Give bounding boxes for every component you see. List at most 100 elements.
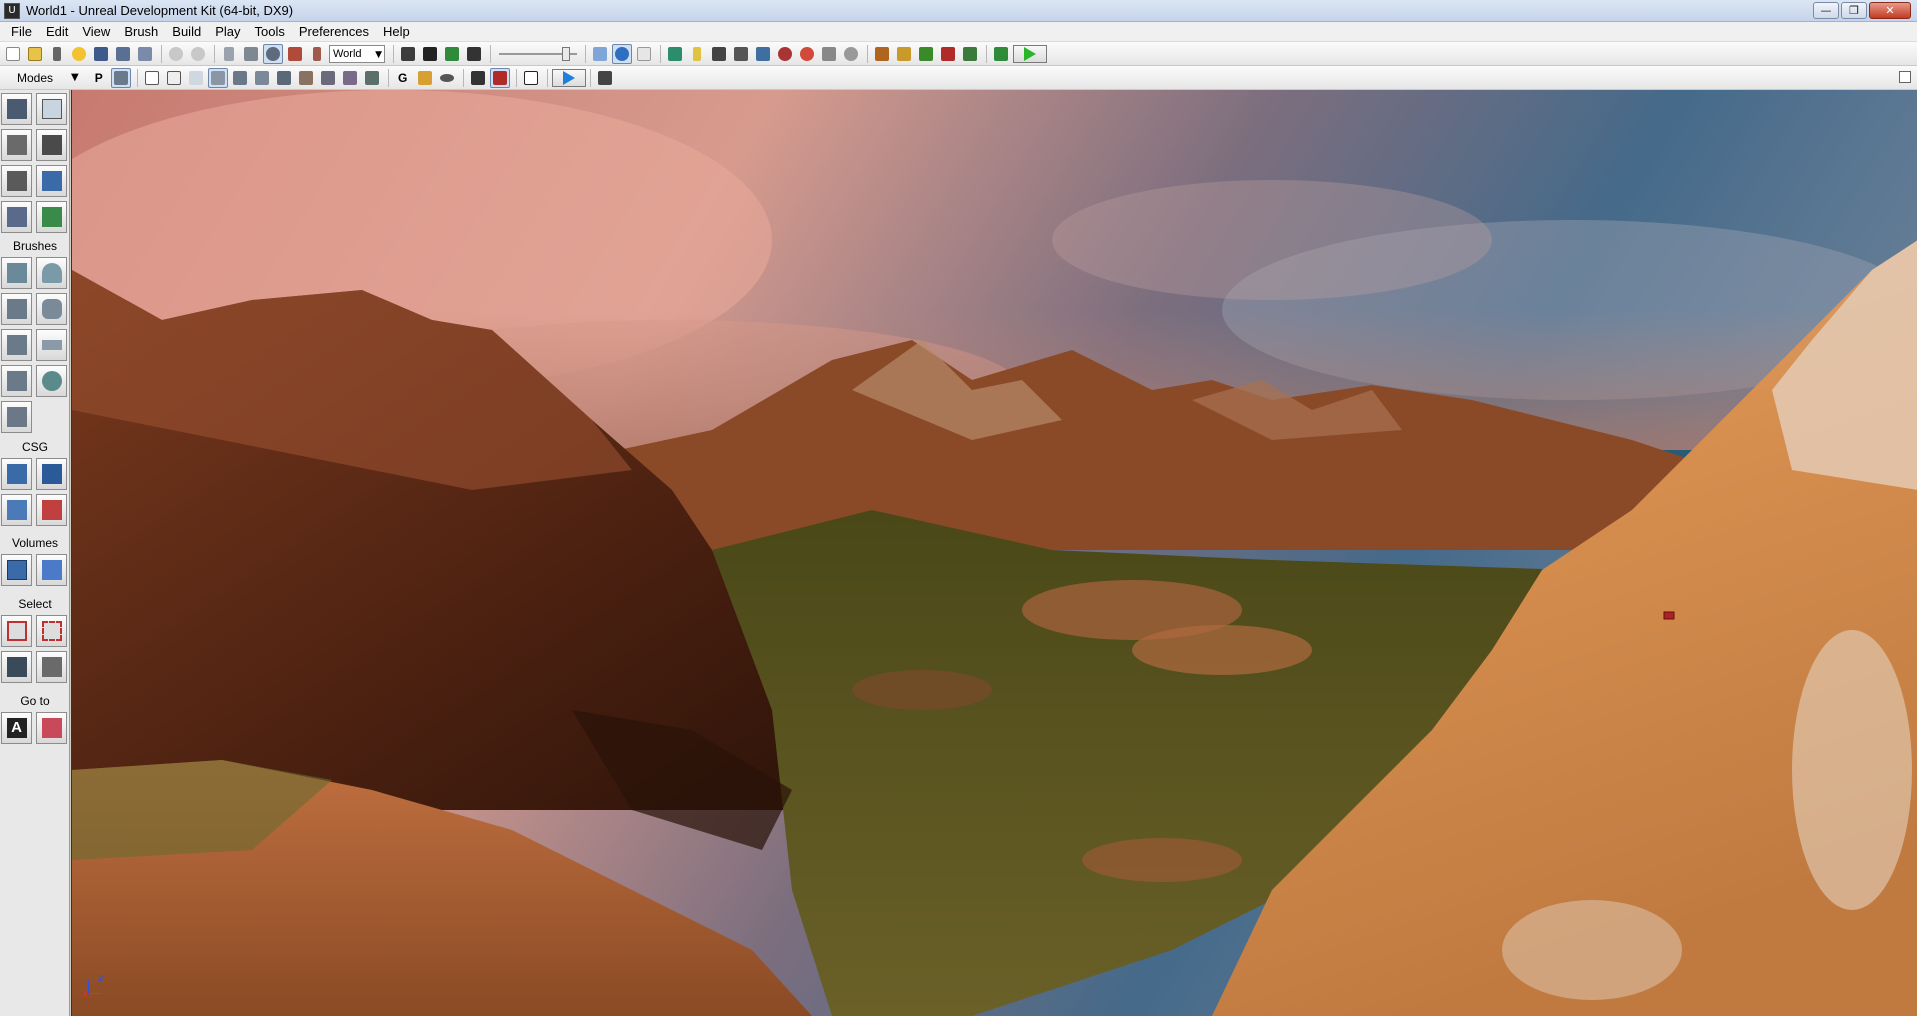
- perspective-viewport[interactable]: x z: [71, 90, 1917, 1016]
- actor-marker-icon[interactable]: [1663, 611, 1675, 620]
- build-paths-button[interactable]: [709, 44, 729, 64]
- select-mode-button[interactable]: [219, 44, 239, 64]
- hide-selected-button[interactable]: [36, 615, 67, 647]
- sheet-brush-button[interactable]: [36, 329, 67, 361]
- build-cover-button[interactable]: [731, 44, 751, 64]
- texture-density-button[interactable]: [296, 68, 316, 88]
- build-all-button[interactable]: [753, 44, 773, 64]
- static-mesh-mode-button[interactable]: [1, 201, 32, 233]
- toggle-favorite-button[interactable]: [634, 44, 654, 64]
- mesh-paint-mode-button[interactable]: [36, 165, 67, 197]
- restore-viewport-icon[interactable]: [1899, 71, 1911, 83]
- menu-edit[interactable]: Edit: [39, 22, 75, 42]
- view-mode-actor-button[interactable]: [468, 68, 488, 88]
- minimize-button[interactable]: —: [1813, 2, 1839, 19]
- geometry-mode-button[interactable]: [36, 93, 67, 125]
- terrain-mode-button[interactable]: [1, 129, 32, 161]
- menu-play[interactable]: Play: [208, 22, 247, 42]
- show-selected-button[interactable]: [1, 615, 32, 647]
- undo-button[interactable]: [166, 44, 186, 64]
- play-in-editor-button[interactable]: [1013, 44, 1047, 63]
- toggle-grid-button[interactable]: [590, 44, 610, 64]
- menu-file[interactable]: File: [4, 22, 39, 42]
- csg-intersect-button[interactable]: [1, 494, 32, 526]
- sphere-brush-button[interactable]: [36, 365, 67, 397]
- menu-build[interactable]: Build: [165, 22, 208, 42]
- modes-dropdown[interactable]: ▼: [71, 72, 79, 83]
- realtime-button[interactable]: [437, 68, 457, 88]
- scene-manager-button[interactable]: [916, 44, 936, 64]
- cone-brush-button[interactable]: [36, 257, 67, 289]
- maximize-viewport-button[interactable]: [521, 68, 541, 88]
- build-lighting-button[interactable]: [687, 44, 707, 64]
- lighting-quality-button[interactable]: [775, 44, 795, 64]
- shader-complexity-button[interactable]: [318, 68, 338, 88]
- open-map-button[interactable]: [25, 44, 45, 64]
- search-settings-button[interactable]: [841, 44, 861, 64]
- drag-grid-slider[interactable]: [499, 46, 577, 62]
- kismet-play-button[interactable]: [991, 44, 1011, 64]
- detail-lighting-button[interactable]: [230, 68, 250, 88]
- add-volume-button[interactable]: [1, 554, 32, 586]
- csg-deintersect-button[interactable]: [36, 494, 67, 526]
- kismet-window-button[interactable]: [938, 44, 958, 64]
- favorites-button[interactable]: [69, 44, 89, 64]
- foliage-mode-button[interactable]: [36, 201, 67, 233]
- unlit-button[interactable]: [186, 68, 206, 88]
- build-geometry-button[interactable]: [665, 44, 685, 64]
- viewport-type-button[interactable]: [110, 67, 131, 88]
- content-browser-button[interactable]: [872, 44, 892, 64]
- new-map-button[interactable]: [3, 44, 23, 64]
- cylinder-brush-button[interactable]: [36, 293, 67, 325]
- generic-browser-button[interactable]: [894, 44, 914, 64]
- redo-button[interactable]: [188, 44, 208, 64]
- recent-files-dropdown[interactable]: [47, 44, 67, 64]
- nonuniform-scale-button[interactable]: [307, 44, 327, 64]
- lock-viewport-button[interactable]: [415, 68, 435, 88]
- spiral-stair-brush-button[interactable]: [1, 365, 32, 397]
- level-browser-button[interactable]: [960, 44, 980, 64]
- wireframe-button[interactable]: [164, 68, 184, 88]
- restore-button[interactable]: ❐: [1841, 2, 1867, 19]
- menu-help[interactable]: Help: [376, 22, 417, 42]
- play-in-viewport-button[interactable]: [551, 68, 586, 87]
- curved-stair-brush-button[interactable]: [1, 293, 32, 325]
- brush-wireframe-button[interactable]: [142, 68, 162, 88]
- matinee-button[interactable]: [464, 44, 484, 64]
- menu-preferences[interactable]: Preferences: [292, 22, 376, 42]
- kismet-button[interactable]: [442, 44, 462, 64]
- menu-brush[interactable]: Brush: [117, 22, 165, 42]
- goto-builder-brush-button[interactable]: [36, 712, 67, 744]
- close-button[interactable]: ✕: [1869, 2, 1911, 19]
- lightmap-density-button[interactable]: [340, 68, 360, 88]
- lighting-info-button[interactable]: [819, 44, 839, 64]
- save-all-button[interactable]: [135, 44, 155, 64]
- menu-tools[interactable]: Tools: [248, 22, 292, 42]
- viewport-options-button[interactable]: [595, 68, 615, 88]
- lighting-only-cube-button[interactable]: [362, 68, 382, 88]
- translate-mode-button[interactable]: [241, 44, 261, 64]
- coordinate-system-select[interactable]: World ▼: [329, 44, 385, 63]
- volumetric-brush-button[interactable]: [1, 401, 32, 433]
- scale-mode-button[interactable]: [285, 44, 305, 64]
- perspective-button[interactable]: P: [89, 68, 109, 88]
- kismet-docs-button[interactable]: [420, 44, 440, 64]
- save-as-button[interactable]: [113, 44, 133, 64]
- csg-add-button[interactable]: [1, 458, 32, 490]
- slider-thumb[interactable]: [562, 46, 570, 61]
- linear-stair-brush-button[interactable]: [1, 329, 32, 361]
- volume-list-button[interactable]: [36, 554, 67, 586]
- cube-brush-button[interactable]: [1, 257, 32, 289]
- toggle-snap-button[interactable]: [612, 43, 632, 64]
- view-mode-cinematic-button[interactable]: [489, 67, 510, 88]
- lit-button[interactable]: [207, 67, 228, 88]
- texture-align-mode-button[interactable]: [1, 165, 32, 197]
- show-all-button[interactable]: [36, 651, 67, 683]
- move-mode-button[interactable]: [36, 129, 67, 161]
- lightmass-button[interactable]: [797, 44, 817, 64]
- find-actors-button[interactable]: [398, 44, 418, 64]
- csg-subtract-button[interactable]: [36, 458, 67, 490]
- rotate-mode-button[interactable]: [263, 43, 283, 64]
- lighting-only-button[interactable]: [252, 68, 272, 88]
- goto-actor-button[interactable]: A: [1, 712, 32, 744]
